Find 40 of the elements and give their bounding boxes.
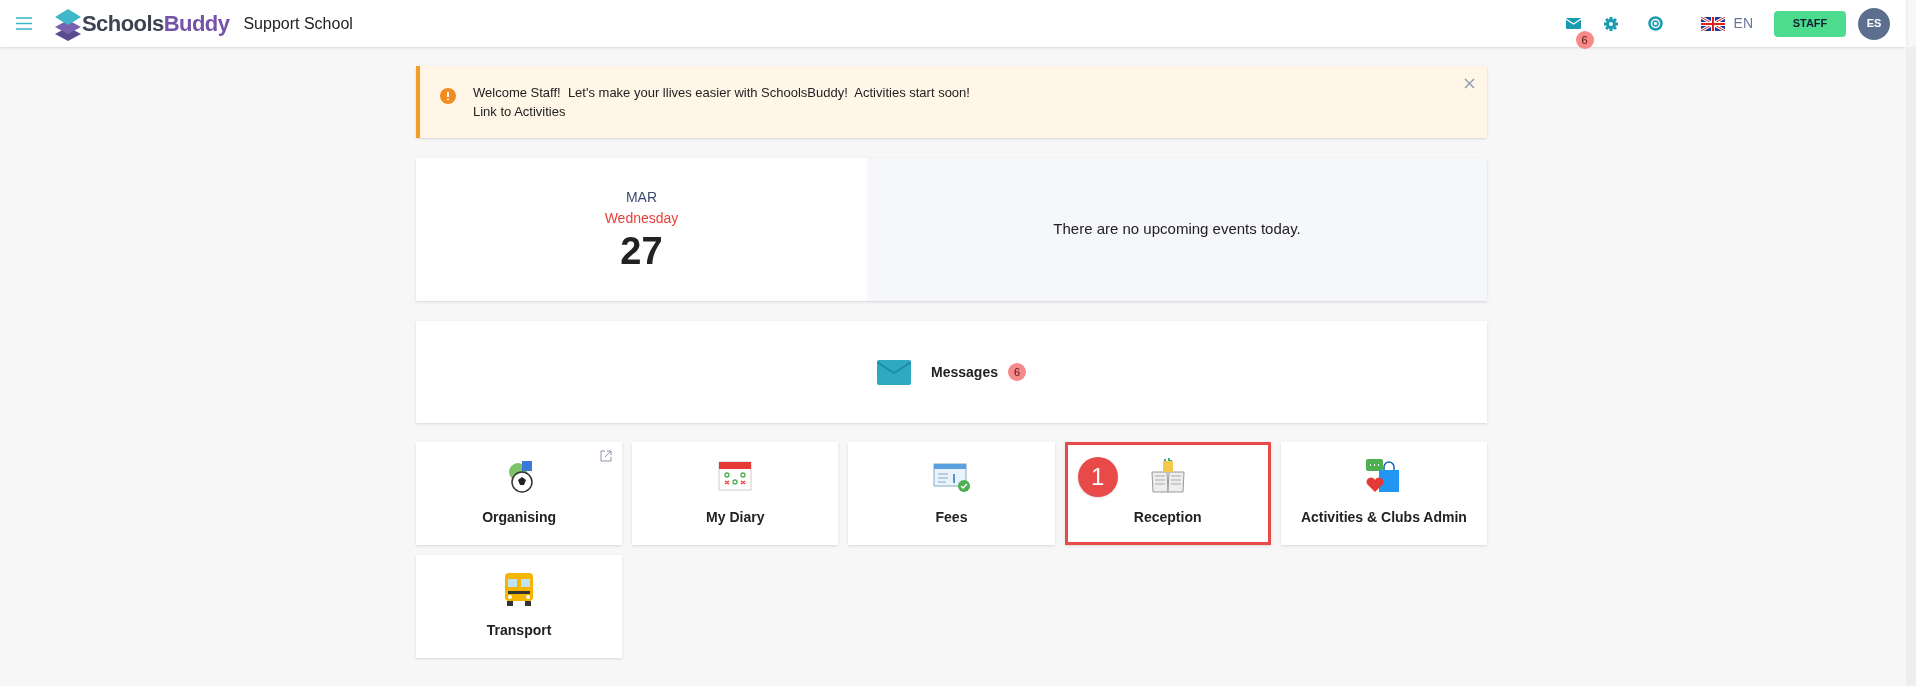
app-tile[interactable]: Organising — [416, 442, 623, 545]
close-icon[interactable] — [1464, 78, 1475, 89]
tile-label: My Diary — [706, 508, 765, 527]
settings-icon[interactable] — [1603, 16, 1618, 31]
menu-icon[interactable] — [16, 17, 32, 30]
flag-icon[interactable] — [1700, 16, 1725, 31]
app-tile[interactable]: Activities & Clubs Admin — [1280, 442, 1487, 545]
envelope-icon — [877, 359, 912, 385]
tile-label: Organising — [482, 508, 557, 527]
tile-label: Transport — [486, 621, 552, 640]
warning-icon — [440, 88, 456, 104]
scrollbar-track[interactable] — [1906, 47, 1916, 686]
month-label: MAR — [625, 187, 658, 207]
messages-label: Messages — [931, 362, 998, 382]
external-link-icon[interactable] — [600, 450, 613, 462]
brand-name: SchoolsBuddy — [82, 10, 230, 38]
callout-number: 1 — [1077, 457, 1118, 497]
app-tile[interactable]: Transport — [416, 555, 623, 658]
notification-badge: 6 — [1575, 31, 1594, 49]
book-and-pencils-icon — [1148, 458, 1187, 496]
day-number: 27 — [620, 228, 663, 273]
logo-icon — [55, 6, 81, 41]
activities-link[interactable]: Link to Activities — [473, 102, 970, 121]
alert-message: Welcome Staff! Let's make your llives easier with SchoolsBuddy! Activities start soon! — [473, 84, 970, 102]
tile-label: Reception — [1133, 508, 1202, 527]
weekday-label: Wednesday — [604, 208, 679, 228]
school-name: Support School — [243, 13, 353, 34]
language-selector[interactable]: EN — [1733, 13, 1753, 34]
mail-icon[interactable] — [1565, 18, 1581, 29]
avatar[interactable]: ES — [1858, 7, 1890, 40]
role-button[interactable]: STAFF — [1774, 10, 1846, 37]
app-tile[interactable]: My Diary — [632, 442, 839, 545]
message-count-badge: 6 — [1007, 363, 1026, 381]
tile-label: Fees — [935, 508, 968, 527]
messages-card[interactable]: Messages 6 — [416, 321, 1487, 423]
tile-label: Activities & Clubs Admin — [1300, 508, 1467, 527]
app-tile[interactable]: Reception 1 — [1064, 442, 1271, 545]
help-icon[interactable] — [1647, 16, 1663, 31]
app-tile[interactable]: Fees — [848, 442, 1055, 545]
no-events-text: There are no upcoming events today. — [1053, 219, 1301, 240]
